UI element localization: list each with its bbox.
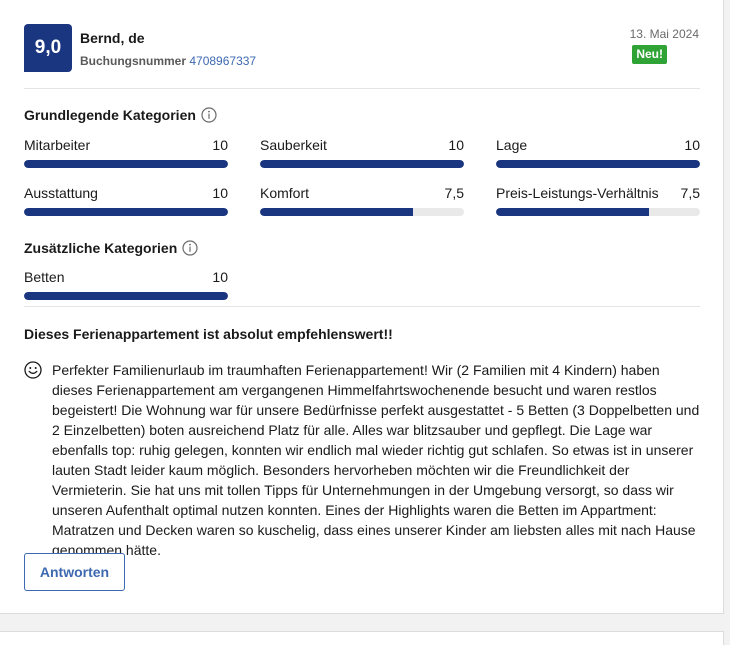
category-item: Mitarbeiter 10 — [24, 137, 228, 168]
info-icon[interactable] — [182, 240, 198, 256]
category-bar-fill — [24, 292, 228, 300]
review-card: 9,0 Bernd, de Buchungsnummer 4708967337 … — [0, 0, 724, 614]
divider — [24, 88, 700, 89]
category-label: Preis-Leistungs-Verhältnis — [496, 185, 659, 201]
category-value: 7,5 — [444, 185, 464, 201]
category-bar-fill — [24, 208, 228, 216]
category-item: Komfort 7,5 — [260, 185, 464, 216]
review-date: 13. Mai 2024 — [629, 27, 699, 41]
category-bar-fill — [260, 160, 464, 168]
category-bar — [496, 160, 700, 168]
category-value: 10 — [212, 269, 228, 285]
new-badge: Neu! — [632, 45, 667, 64]
category-item: Betten 10 — [24, 269, 228, 300]
basic-categories-title: Grundlegende Kategorien — [24, 107, 217, 123]
category-bar-fill — [24, 160, 228, 168]
booking-number-link[interactable]: 4708967337 — [189, 54, 256, 68]
category-bar — [24, 160, 228, 168]
category-item: Preis-Leistungs-Verhältnis 7,5 — [496, 185, 700, 216]
next-review-card — [0, 631, 724, 645]
extra-categories-title: Zusätzliche Kategorien — [24, 240, 198, 256]
category-label: Betten — [24, 269, 65, 285]
reviewer-name: Bernd, de — [80, 30, 145, 46]
category-value: 10 — [684, 137, 700, 153]
category-item: Lage 10 — [496, 137, 700, 168]
category-value: 7,5 — [680, 185, 700, 201]
score-value: 9,0 — [34, 37, 62, 58]
smiley-icon — [24, 361, 42, 379]
reply-button[interactable]: Antworten — [24, 553, 125, 591]
info-icon[interactable] — [201, 107, 217, 123]
category-label: Lage — [496, 137, 528, 153]
category-label: Ausstattung — [24, 185, 98, 201]
category-bar — [496, 208, 700, 216]
category-label: Sauberkeit — [260, 137, 327, 153]
category-bar — [260, 160, 464, 168]
review-text: Perfekter Familienurlaub im traumhaften … — [52, 362, 700, 558]
divider — [24, 306, 700, 307]
category-bar — [24, 292, 228, 300]
category-bar-fill — [260, 208, 413, 216]
category-bar — [24, 208, 228, 216]
category-value: 10 — [448, 137, 464, 153]
category-item: Sauberkeit 10 — [260, 137, 464, 168]
category-value: 10 — [212, 185, 228, 201]
category-value: 10 — [212, 137, 228, 153]
booking-info: Buchungsnummer 4708967337 — [80, 54, 256, 68]
category-label: Mitarbeiter — [24, 137, 91, 153]
category-bar-fill — [496, 160, 700, 168]
extra-categories-label: Zusätzliche Kategorien — [24, 240, 178, 256]
review-headline: Dieses Ferienappartement ist absolut emp… — [24, 326, 393, 342]
category-item: Ausstattung 10 — [24, 185, 228, 216]
category-bar-fill — [496, 208, 649, 216]
score-badge: 9,0 — [24, 24, 72, 72]
booking-label: Buchungsnummer — [80, 54, 187, 68]
basic-categories-label: Grundlegende Kategorien — [24, 107, 196, 123]
category-bar — [260, 208, 464, 216]
category-label: Komfort — [260, 185, 310, 201]
